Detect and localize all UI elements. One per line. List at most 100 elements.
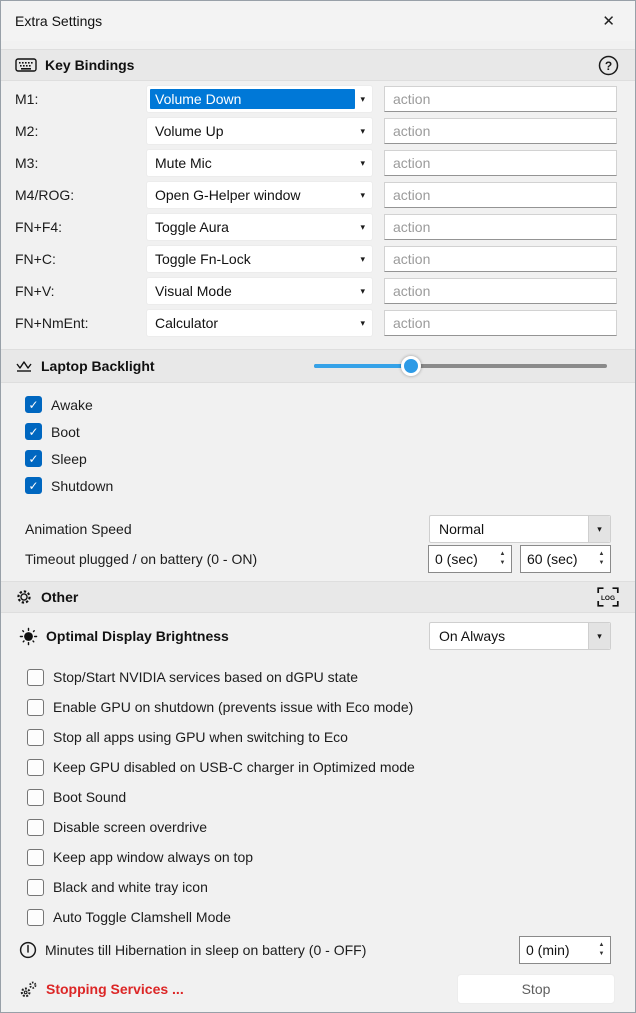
- close-icon[interactable]: ✕: [598, 12, 619, 31]
- checkbox-always-on-top[interactable]: ✓ Keep app window always on top: [27, 842, 635, 872]
- chevron-down-icon[interactable]: ▾: [360, 222, 365, 233]
- keybind-select[interactable]: Toggle Aura ▾: [146, 213, 373, 241]
- checkbox-label: Boot: [51, 424, 80, 440]
- checkbox-label: Stop all apps using GPU when switching t…: [53, 729, 348, 745]
- keybind-select[interactable]: Calculator ▾: [146, 309, 373, 337]
- checkbox-boot[interactable]: ✓ Boot: [25, 418, 635, 445]
- action-input[interactable]: [384, 182, 617, 208]
- animation-speed-row: Animation Speed Normal ▾: [25, 515, 611, 543]
- chevron-down-icon[interactable]: ▾: [588, 623, 610, 649]
- keybind-row-m4-rog: M4/ROG: Open G-Helper window ▾: [15, 181, 621, 209]
- keybind-select[interactable]: Visual Mode ▾: [146, 277, 373, 305]
- hibernation-label: Minutes till Hibernation in sleep on bat…: [45, 942, 519, 958]
- chevron-down-icon[interactable]: ▾: [360, 254, 365, 265]
- keybind-select[interactable]: Mute Mic ▾: [146, 149, 373, 177]
- checkbox[interactable]: ✓: [27, 699, 44, 716]
- chevron-down-icon[interactable]: ▾: [360, 158, 365, 169]
- keybind-selected-value: Open G-Helper window: [150, 185, 355, 205]
- help-icon[interactable]: ?: [598, 55, 619, 76]
- spin-up-icon[interactable]: ▲: [599, 551, 605, 558]
- keybind-row-fn-f4: FN+F4: Toggle Aura ▾: [15, 213, 621, 241]
- animation-speed-select[interactable]: Normal ▾: [429, 515, 611, 543]
- keybind-label: FN+F4:: [15, 219, 146, 235]
- action-input[interactable]: [384, 118, 617, 144]
- action-input[interactable]: [384, 246, 617, 272]
- checkbox[interactable]: ✓: [25, 423, 42, 440]
- checkbox-clamshell-mode[interactable]: ✓ Auto Toggle Clamshell Mode: [27, 902, 635, 932]
- spin-down-icon[interactable]: ▼: [599, 951, 605, 958]
- chevron-down-icon[interactable]: ▾: [360, 126, 365, 137]
- checkbox[interactable]: ✓: [27, 879, 44, 896]
- check-icon: ✓: [28, 480, 38, 492]
- checkbox[interactable]: ✓: [27, 759, 44, 776]
- checkbox-sleep[interactable]: ✓ Sleep: [25, 445, 635, 472]
- checkbox-enable-gpu-shutdown[interactable]: ✓ Enable GPU on shutdown (prevents issue…: [27, 692, 635, 722]
- stop-button-label: Stop: [522, 981, 551, 997]
- checkbox-awake[interactable]: ✓ Awake: [25, 391, 635, 418]
- action-input[interactable]: [384, 310, 617, 336]
- extra-settings-window: Extra Settings ✕ Key Bindings ? M1: Volu…: [0, 0, 636, 1013]
- checkbox-boot-sound[interactable]: ✓ Boot Sound: [27, 782, 635, 812]
- action-input[interactable]: [384, 86, 617, 112]
- checkbox-label: Boot Sound: [53, 789, 126, 805]
- spin-up-icon[interactable]: ▲: [599, 942, 605, 949]
- svg-text:LOG: LOG: [601, 595, 615, 602]
- slider-fill: [314, 364, 411, 368]
- hibernation-row: Minutes till Hibernation in sleep on bat…: [19, 936, 611, 964]
- backlight-slider[interactable]: [314, 356, 607, 376]
- titlebar: Extra Settings ✕: [1, 1, 635, 41]
- hibernation-value[interactable]: 0 (min): [520, 942, 593, 958]
- stop-button[interactable]: Stop: [457, 974, 615, 1004]
- chevron-down-icon[interactable]: ▾: [588, 516, 610, 542]
- log-icon[interactable]: LOG: [597, 587, 619, 607]
- action-input[interactable]: [384, 214, 617, 240]
- other-title: Other: [41, 589, 78, 605]
- keybind-label: FN+C:: [15, 251, 146, 267]
- chevron-down-icon[interactable]: ▾: [360, 286, 365, 297]
- keybind-select[interactable]: Volume Down ▾: [146, 85, 373, 113]
- gear-icon: [15, 588, 33, 606]
- spin-up-icon[interactable]: ▲: [500, 551, 506, 558]
- timeout-plugged-spinner[interactable]: 0 (sec) ▲ ▼: [428, 545, 512, 573]
- checkbox[interactable]: ✓: [25, 450, 42, 467]
- check-icon: ✓: [28, 426, 38, 438]
- keybind-select[interactable]: Open G-Helper window ▾: [146, 181, 373, 209]
- checkbox[interactable]: ✓: [25, 396, 42, 413]
- chevron-down-icon[interactable]: ▾: [360, 94, 365, 105]
- keybind-select[interactable]: Toggle Fn-Lock ▾: [146, 245, 373, 273]
- action-input[interactable]: [384, 278, 617, 304]
- timeout-plugged-value[interactable]: 0 (sec): [429, 551, 494, 567]
- checkbox-stop-apps-gpu[interactable]: ✓ Stop all apps using GPU when switching…: [27, 722, 635, 752]
- checkbox-nvidia-services[interactable]: ✓ Stop/Start NVIDIA services based on dG…: [27, 662, 635, 692]
- backlight-icon: [15, 359, 33, 373]
- checkbox[interactable]: ✓: [27, 729, 44, 746]
- slider-thumb[interactable]: [401, 356, 421, 376]
- timeout-battery-spinner[interactable]: 60 (sec) ▲ ▼: [520, 545, 611, 573]
- chevron-down-icon[interactable]: ▾: [360, 318, 365, 329]
- chevron-down-icon[interactable]: ▾: [360, 190, 365, 201]
- brightness-mode-value: On Always: [430, 628, 588, 644]
- keybind-select[interactable]: Volume Up ▾: [146, 117, 373, 145]
- checkbox-keep-gpu-disabled[interactable]: ✓ Keep GPU disabled on USB-C charger in …: [27, 752, 635, 782]
- checkbox-label: Sleep: [51, 451, 87, 467]
- checkbox[interactable]: ✓: [27, 849, 44, 866]
- keybind-selected-value: Mute Mic: [150, 153, 355, 173]
- timeout-battery-value[interactable]: 60 (sec): [521, 551, 593, 567]
- check-icon: ✓: [28, 453, 38, 465]
- checkbox-shutdown[interactable]: ✓ Shutdown: [25, 472, 635, 499]
- checkbox[interactable]: ✓: [25, 477, 42, 494]
- checkbox[interactable]: ✓: [27, 819, 44, 836]
- checkbox-label: Keep GPU disabled on USB-C charger in Op…: [53, 759, 415, 775]
- checkbox[interactable]: ✓: [27, 789, 44, 806]
- brightness-mode-select[interactable]: On Always ▾: [429, 622, 611, 650]
- spin-down-icon[interactable]: ▼: [599, 560, 605, 567]
- action-input[interactable]: [384, 150, 617, 176]
- hibernation-spinner[interactable]: 0 (min) ▲ ▼: [519, 936, 611, 964]
- spin-down-icon[interactable]: ▼: [500, 560, 506, 567]
- keybind-row-fn-v: FN+V: Visual Mode ▾: [15, 277, 621, 305]
- checkbox-disable-overdrive[interactable]: ✓ Disable screen overdrive: [27, 812, 635, 842]
- checkbox-bw-tray-icon[interactable]: ✓ Black and white tray icon: [27, 872, 635, 902]
- keybind-row-m1: M1: Volume Down ▾: [15, 85, 621, 113]
- checkbox[interactable]: ✓: [27, 909, 44, 926]
- checkbox[interactable]: ✓: [27, 669, 44, 686]
